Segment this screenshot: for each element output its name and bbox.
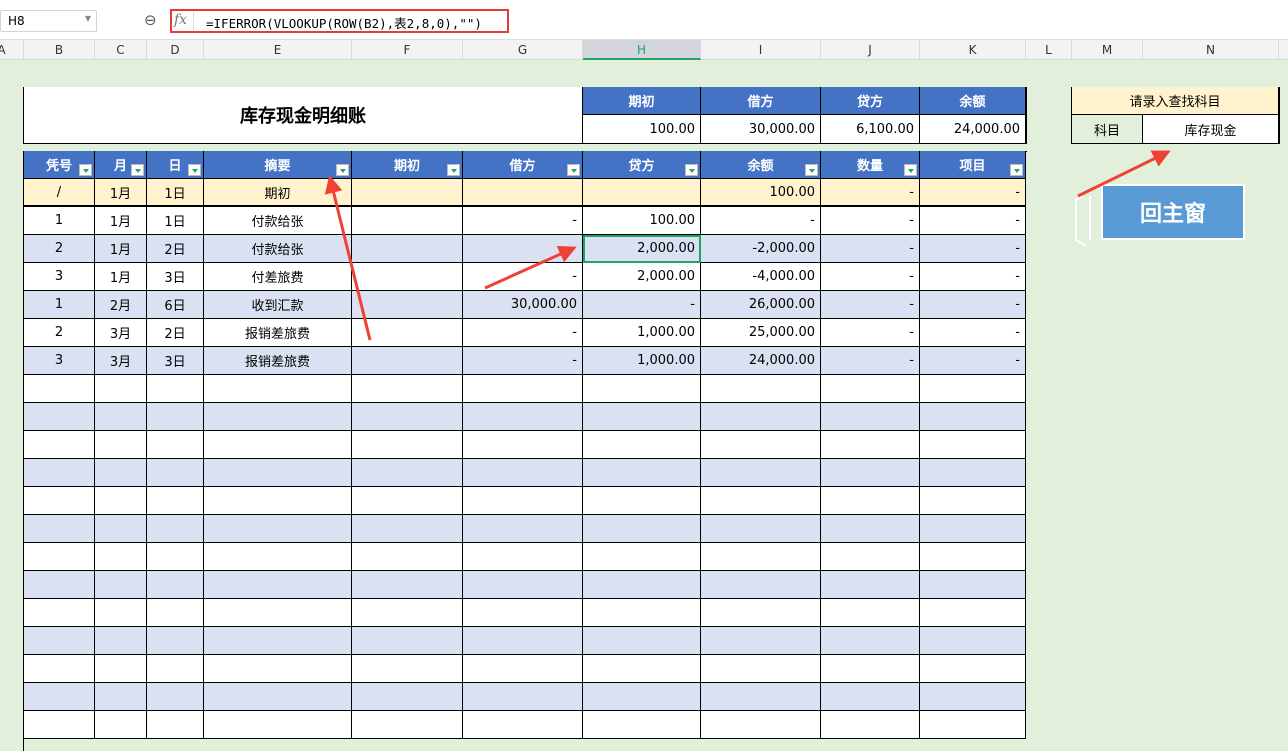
- arrow-to-cell: [484, 245, 577, 290]
- annotation-arrows: [324, 150, 1171, 341]
- arrow-to-lookup: [1077, 150, 1171, 198]
- bracket-shape: [1075, 195, 1091, 247]
- arrow-to-summary: [324, 175, 372, 341]
